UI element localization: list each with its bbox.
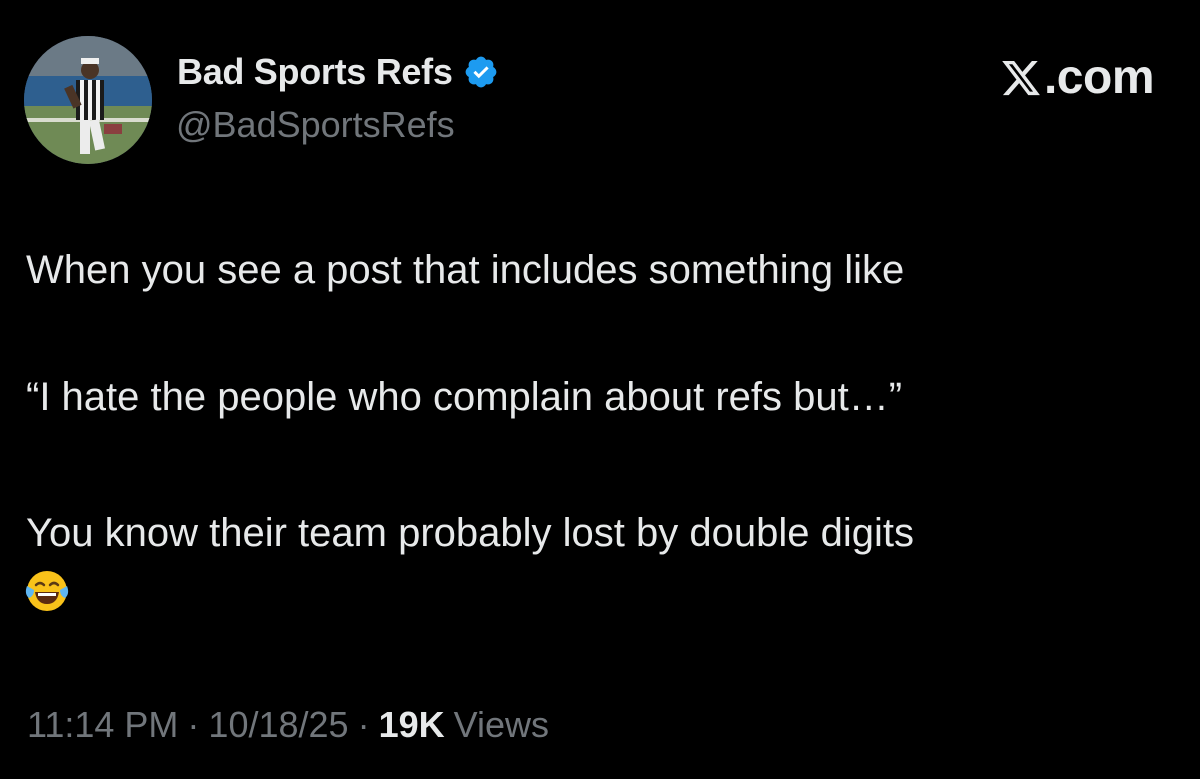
meta-separator: · [357, 704, 370, 745]
post-time[interactable]: 11:14 PM [27, 704, 178, 746]
views-count[interactable]: 19K [379, 704, 445, 746]
post-date[interactable]: 10/18/25 [208, 704, 348, 746]
face-with-tears-of-joy-icon [25, 571, 69, 611]
author-avatar[interactable] [24, 36, 152, 164]
author-name-row: Bad Sports Refs [177, 50, 499, 94]
referee-avatar-image [24, 36, 152, 164]
post-text-line-1: When you see a post that includes someth… [26, 248, 905, 292]
x-com-brand[interactable]: .com [1000, 51, 1155, 104]
x-logo-icon [1002, 60, 1040, 96]
brand-domain-text: .com [1043, 51, 1155, 104]
post-text-line-2: “I hate the people who complain about re… [26, 375, 903, 419]
author-handle[interactable]: @BadSportsRefs [176, 104, 455, 146]
post-metadata: 11:14 PM · 10/18/25 · 19K Views [27, 704, 549, 746]
verified-badge-icon[interactable] [463, 54, 499, 90]
post-card: Bad Sports Refs @BadSportsRefs .com When… [0, 0, 1200, 779]
views-label: Views [453, 704, 549, 745]
meta-separator: · [187, 704, 200, 745]
post-text-line-3: You know their team probably lost by dou… [26, 511, 914, 555]
author-display-name[interactable]: Bad Sports Refs [177, 51, 453, 93]
